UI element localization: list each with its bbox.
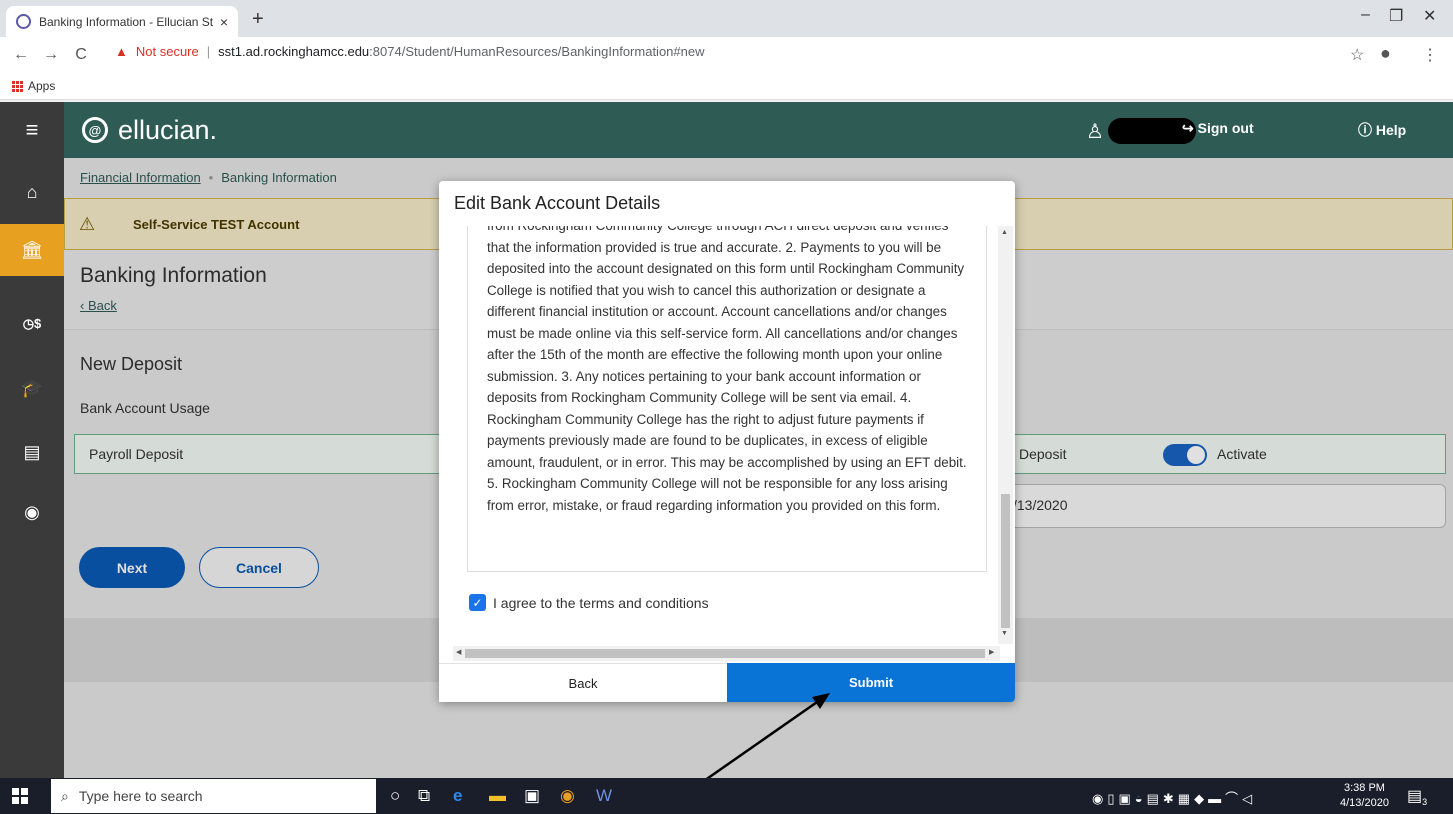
- bank-icon[interactable]: 🏛: [0, 224, 64, 276]
- edit-bank-account-modal: Edit Bank Account Details from Rockingha…: [439, 181, 1015, 702]
- bookmark-star-icon[interactable]: ☆: [1350, 45, 1364, 65]
- modal-back-button[interactable]: Back: [439, 663, 727, 702]
- apps-grid-icon: [12, 80, 23, 92]
- help-link[interactable]: ⓘ Help: [1358, 120, 1406, 140]
- timecard-icon[interactable]: ◷$: [0, 298, 64, 350]
- horizontal-scrollbar[interactable]: ◀ ▶: [453, 646, 1000, 661]
- left-nav: ≡ ⌂ 🏛 ◷$ 🎓 ▤ ◉: [0, 102, 64, 778]
- tab-close-icon[interactable]: ×: [220, 14, 228, 30]
- word-icon[interactable]: W: [596, 786, 612, 806]
- taskbar-clock[interactable]: 3:38 PM 4/13/2020: [1340, 781, 1389, 811]
- notification-center-icon[interactable]: ▤3: [1407, 786, 1427, 807]
- cortana-icon[interactable]: ○: [390, 786, 400, 806]
- store-icon[interactable]: ▣: [524, 786, 540, 806]
- menu-kebab-icon[interactable]: ⋮: [1422, 45, 1438, 65]
- profile-icon[interactable]: ●: [1380, 43, 1391, 64]
- ellucian-favicon-icon: [16, 14, 31, 29]
- windows-taskbar: ⌕ Type here to search ○ ⧉ e ▬ ▣ ◉ W ◉▯▣◒…: [0, 778, 1453, 814]
- help-label: Help: [1375, 122, 1407, 138]
- horizontal-scroll-thumb[interactable]: [465, 649, 985, 658]
- search-icon: ⌕: [61, 787, 69, 804]
- modal-submit-button[interactable]: Submit: [727, 663, 1015, 702]
- graduation-cap-icon[interactable]: 🎓: [0, 362, 64, 414]
- ellucian-logo: @ ellucian.: [82, 115, 217, 146]
- url-path: :8074/Student/HumanResources/BankingInfo…: [369, 44, 705, 59]
- modal-title: Edit Bank Account Details: [454, 193, 661, 213]
- agree-checkbox[interactable]: ✓: [469, 594, 486, 611]
- reload-icon[interactable]: C: [72, 46, 90, 64]
- restore-button[interactable]: ❐: [1389, 6, 1403, 26]
- tab-title: Banking Information - Ellucian St: [39, 14, 214, 29]
- clock-date: 4/13/2020: [1340, 797, 1389, 809]
- browser-tab-strip: Banking Information - Ellucian St × + – …: [0, 0, 1453, 37]
- terms-body: that the information provided is true an…: [487, 239, 967, 513]
- document-dollar-icon[interactable]: ▤: [0, 426, 64, 478]
- taskbar-search[interactable]: ⌕ Type here to search: [51, 779, 376, 813]
- file-explorer-icon[interactable]: ▬: [489, 786, 506, 806]
- windows-start-icon[interactable]: [12, 788, 28, 804]
- close-window-button[interactable]: ✕: [1423, 6, 1436, 26]
- browser-tab[interactable]: Banking Information - Ellucian St ×: [6, 6, 238, 37]
- home-icon[interactable]: ⌂: [0, 166, 64, 218]
- app-header: @ ellucian. ♙ ↪ Sign out ⓘ Help: [64, 102, 1453, 158]
- vertical-scroll-thumb[interactable]: [1001, 494, 1010, 628]
- hamburger-menu-icon[interactable]: ≡: [0, 102, 64, 158]
- address-separator: |: [206, 44, 211, 59]
- apps-bookmark[interactable]: Apps: [28, 79, 55, 93]
- terms-scroll-area[interactable]: from Rockingham Community College throug…: [467, 226, 987, 572]
- taskbar-search-placeholder: Type here to search: [78, 788, 203, 804]
- help-icon: ⓘ: [1358, 122, 1376, 138]
- agree-label: I agree to the terms and conditions: [493, 594, 709, 611]
- system-tray-icons[interactable]: ◉▯▣◒▤✱▦◆▬⌒◁: [1092, 788, 1256, 807]
- sign-out-label: Sign out: [1197, 120, 1254, 136]
- clock-time: 3:38 PM: [1343, 782, 1385, 794]
- ellucian-logo-icon: @: [82, 117, 108, 143]
- user-menu[interactable]: ♙: [1086, 118, 1196, 144]
- scroll-left-arrow-icon[interactable]: ◀: [456, 648, 461, 656]
- user-profile-icon[interactable]: ◉: [0, 486, 64, 538]
- agree-checkbox-row[interactable]: ✓ I agree to the terms and conditions: [469, 594, 709, 611]
- address-bar[interactable]: ▲ Not secure | sst1.ad.rockinghamcc.edu:…: [115, 44, 705, 59]
- terms-text: from Rockingham Community College throug…: [487, 226, 969, 516]
- sign-out-icon: ↪: [1182, 120, 1198, 136]
- task-view-icon[interactable]: ⧉: [418, 786, 430, 806]
- minimize-button[interactable]: –: [1361, 6, 1370, 24]
- warning-icon: ▲: [115, 44, 128, 59]
- edge-browser-icon[interactable]: e: [453, 786, 462, 806]
- not-secure-label: Not secure: [135, 44, 199, 59]
- scroll-down-arrow-icon[interactable]: ▼: [1001, 630, 1008, 637]
- sign-out-link[interactable]: ↪ Sign out: [1182, 120, 1254, 137]
- terms-partial-line: from Rockingham Community College throug…: [487, 226, 969, 237]
- forward-arrow-icon[interactable]: →: [42, 46, 60, 64]
- vertical-scrollbar[interactable]: ▲ ▼: [998, 226, 1013, 644]
- notification-count: 3: [1422, 797, 1428, 808]
- logo-text: ellucian.: [118, 114, 218, 145]
- bookmarks-bar: Apps: [0, 73, 1453, 100]
- user-icon: ♙: [1086, 120, 1104, 143]
- chrome-icon[interactable]: ◉: [560, 786, 575, 806]
- browser-toolbar: ← → C ▲ Not secure | sst1.ad.rockinghamc…: [0, 37, 1453, 73]
- url-host: sst1.ad.rockinghamcc.edu: [218, 44, 370, 59]
- scroll-up-arrow-icon[interactable]: ▲: [1001, 229, 1008, 236]
- scroll-right-arrow-icon[interactable]: ▶: [989, 648, 994, 656]
- new-tab-button[interactable]: +: [252, 8, 264, 31]
- back-arrow-icon[interactable]: ←: [12, 46, 30, 64]
